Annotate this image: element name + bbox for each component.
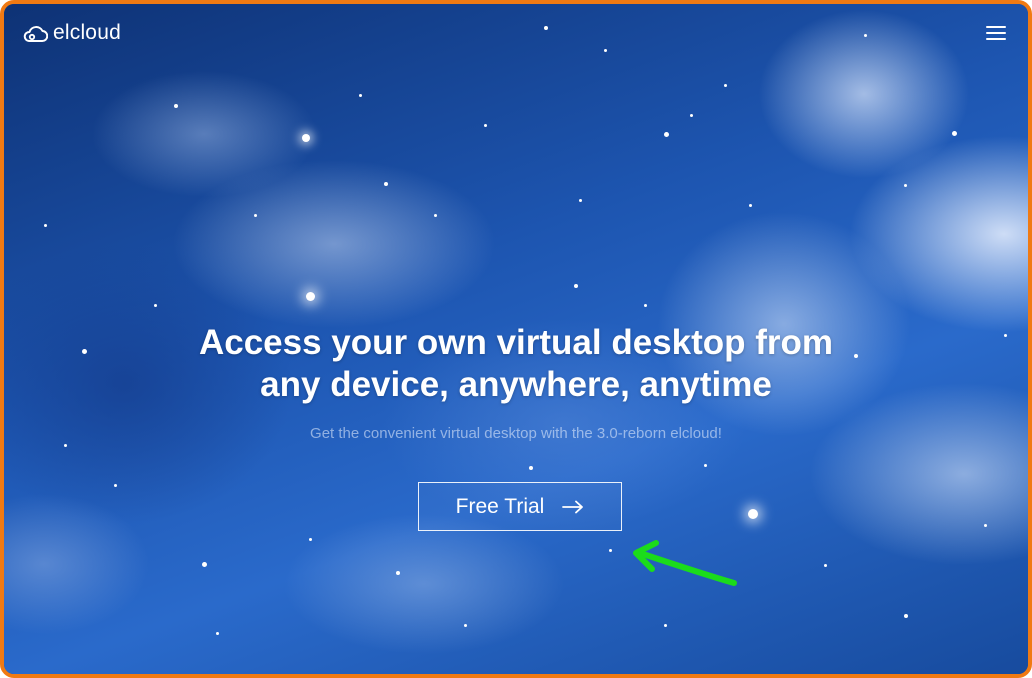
cloud-icon	[23, 26, 48, 42]
hero-subtitle: Get the convenient virtual desktop with …	[310, 425, 722, 442]
hero-title: Access your own virtual desktop from any…	[4, 322, 1028, 406]
free-trial-button[interactable]: Free Trial	[418, 482, 622, 531]
green-arrow-pointer-icon	[633, 540, 737, 586]
free-trial-label: Free Trial	[455, 494, 545, 518]
browser-viewport: elcloud Access your own virtual desktop …	[0, 0, 1032, 678]
hero-title-line-1: Access your own virtual desktop from	[198, 323, 834, 362]
elcloud-logo[interactable]: elcloud	[22, 21, 121, 45]
arrow-right-icon	[562, 500, 584, 513]
hamburger-menu-icon[interactable]	[986, 26, 1006, 42]
top-navigation-bar: elcloud	[4, 4, 1028, 64]
logo-text: elcloud	[53, 21, 121, 44]
hero-title-line-2: any device, anywhere, anytime	[260, 365, 772, 404]
